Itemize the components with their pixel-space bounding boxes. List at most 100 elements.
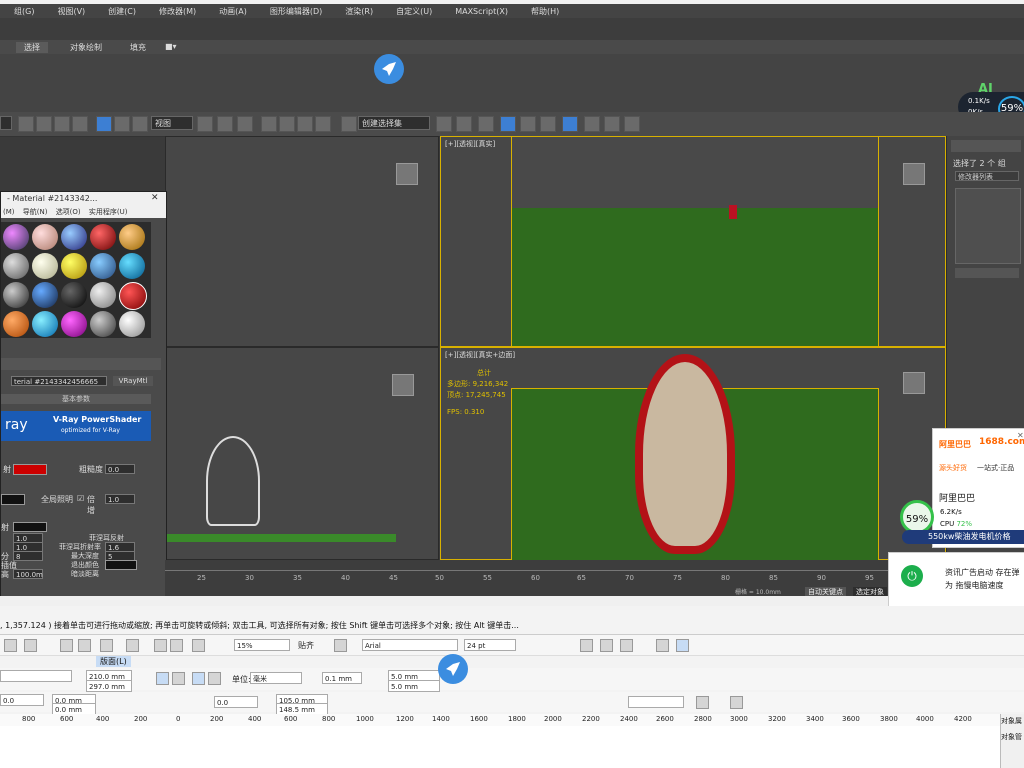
sample-sphere-selected[interactable]	[119, 282, 147, 310]
modifier-stack[interactable]	[955, 188, 1021, 264]
font-dropdown[interactable]: Arial	[362, 639, 458, 651]
menu-modifiers[interactable]: 修改器(M)	[145, 6, 205, 17]
reference-coord-dropdown[interactable]: 视图	[151, 116, 193, 130]
sample-sphere[interactable]	[61, 224, 87, 250]
render-setup-icon[interactable]	[584, 116, 600, 132]
material-type-button[interactable]: VRayMtl	[113, 376, 153, 386]
viewport-top-right[interactable]: [+][透视][真实]	[440, 136, 946, 347]
paste-icon[interactable]	[78, 639, 91, 652]
material-name-field[interactable]: terial #2143342456665	[11, 376, 107, 386]
page-layout-tab[interactable]: 版面(L)	[96, 656, 131, 667]
window-crossing-icon[interactable]	[72, 116, 88, 132]
viewcube-icon[interactable]	[392, 374, 414, 396]
snap-dropdown[interactable]: 贴齐	[298, 640, 314, 651]
edit-named-sets-icon[interactable]	[341, 116, 357, 132]
speed-ball-gauge[interactable]: 59%	[900, 500, 934, 534]
menu-group[interactable]: 组(G)	[0, 6, 43, 17]
undo-dropdown[interactable]	[0, 116, 12, 130]
align-icon[interactable]	[456, 116, 472, 132]
rollout-basic-params[interactable]: 基本参数	[1, 394, 151, 404]
select-icon[interactable]	[18, 116, 34, 132]
select-by-name-icon[interactable]	[36, 116, 52, 132]
menu-graph-editors[interactable]: 图形编辑器(D)	[256, 6, 331, 17]
spinner-snap-icon[interactable]	[315, 116, 331, 132]
reflect-color-swatch[interactable]	[13, 522, 47, 532]
exit-color-swatch[interactable]	[105, 560, 137, 570]
page-height-field[interactable]: 297.0 mm	[86, 680, 132, 692]
underline-icon[interactable]	[620, 639, 633, 652]
color-styles-icon[interactable]	[730, 696, 743, 709]
bold-icon[interactable]	[580, 639, 593, 652]
gi-checkbox[interactable]: ☑	[77, 494, 84, 503]
menu-create[interactable]: 创建(C)	[94, 6, 145, 17]
duplicate-y-field[interactable]: 5.0 mm	[388, 680, 440, 692]
undo-icon[interactable]	[100, 639, 113, 652]
named-selection-set-dropdown[interactable]: 创建选择集	[358, 116, 430, 130]
menu-animation[interactable]: 动画(A)	[205, 6, 256, 17]
sample-sphere[interactable]	[61, 253, 87, 279]
options-icon[interactable]	[334, 639, 347, 652]
menu-utilities[interactable]: 实用程序(U)	[89, 208, 128, 216]
sample-sphere[interactable]	[3, 311, 29, 337]
sample-sphere[interactable]	[32, 282, 58, 308]
sample-sphere[interactable]	[90, 253, 116, 279]
zoom-dropdown[interactable]: 15%	[234, 639, 290, 651]
export-icon[interactable]	[170, 639, 183, 652]
italic-icon[interactable]	[600, 639, 613, 652]
ad-headline-bar[interactable]: 550kw柴油发电机价格	[902, 530, 1024, 544]
close-icon[interactable]: ✕	[1017, 431, 1024, 440]
units-dropdown[interactable]: 毫米	[250, 672, 302, 684]
all-pages-icon[interactable]	[192, 672, 205, 685]
list-icon[interactable]	[676, 639, 689, 652]
rotate-icon[interactable]	[114, 116, 130, 132]
menu-maxscript[interactable]: MAXScript(X)	[441, 7, 517, 16]
curve-editor-icon[interactable]	[540, 116, 556, 132]
rect-select-icon[interactable]	[54, 116, 70, 132]
wrap-text-icon[interactable]	[696, 696, 709, 709]
modifier-list-dropdown[interactable]: 修改器列表	[955, 171, 1019, 181]
diffuse-color-swatch[interactable]	[13, 464, 47, 475]
angle-field[interactable]: 0.0	[214, 696, 258, 708]
sample-sphere[interactable]	[61, 282, 87, 308]
sample-sphere[interactable]	[32, 253, 58, 279]
close-icon[interactable]: ✕	[151, 193, 159, 203]
cut-icon[interactable]	[60, 639, 73, 652]
docker-object-manager[interactable]: 对象管	[1001, 732, 1024, 742]
mirror-icon[interactable]	[436, 116, 452, 132]
viewcube-icon[interactable]	[903, 163, 925, 185]
portrait-icon[interactable]	[156, 672, 169, 685]
roughness-field[interactable]: 0.0	[105, 464, 135, 474]
popup-notification[interactable]: ⏻ 资讯广告启动 存在弹 为 拖慢电脑速度	[888, 552, 1024, 608]
menu-navigation[interactable]: 导航(N)	[23, 208, 48, 216]
toggle-ribbon-icon[interactable]	[520, 116, 536, 132]
sample-sphere[interactable]	[3, 282, 29, 308]
select-manipulate-icon[interactable]	[217, 116, 233, 132]
scale-icon[interactable]	[132, 116, 148, 132]
stack-controls[interactable]	[955, 268, 1019, 278]
menu-help[interactable]: 帮助(H)	[517, 6, 568, 17]
redo-icon[interactable]	[126, 639, 139, 652]
viewport-bottom-right[interactable]: [+][透视][真实+边面] 总计 多边形: 9,216,342 顶点: 17,…	[440, 347, 946, 561]
import-icon[interactable]	[154, 639, 167, 652]
keyboard-shortcut-icon[interactable]	[237, 116, 253, 132]
sample-sphere[interactable]	[61, 311, 87, 337]
new-icon[interactable]	[4, 639, 17, 652]
percent-snap-icon[interactable]	[297, 116, 313, 132]
sample-sphere[interactable]	[90, 282, 116, 308]
angle-snap-icon[interactable]	[279, 116, 295, 132]
sample-sphere[interactable]	[119, 311, 145, 337]
snap-toggle-icon[interactable]	[261, 116, 277, 132]
sample-sphere[interactable]	[32, 311, 58, 337]
rendered-frame-icon[interactable]	[604, 116, 620, 132]
save-icon[interactable]	[24, 639, 37, 652]
command-panel-tabs[interactable]	[951, 140, 1021, 152]
menu-options[interactable]: 选项(O)	[56, 208, 81, 216]
viewport-top-left[interactable]	[165, 136, 439, 347]
material-editor-icon[interactable]	[562, 116, 578, 132]
color-swatch[interactable]	[1, 494, 25, 505]
sample-sphere[interactable]	[90, 311, 116, 337]
pivot-icon[interactable]	[197, 116, 213, 132]
sample-sphere[interactable]	[119, 224, 145, 250]
multiplier-field[interactable]: 1.0	[105, 494, 135, 504]
layer-explorer-icon[interactable]	[500, 116, 516, 132]
